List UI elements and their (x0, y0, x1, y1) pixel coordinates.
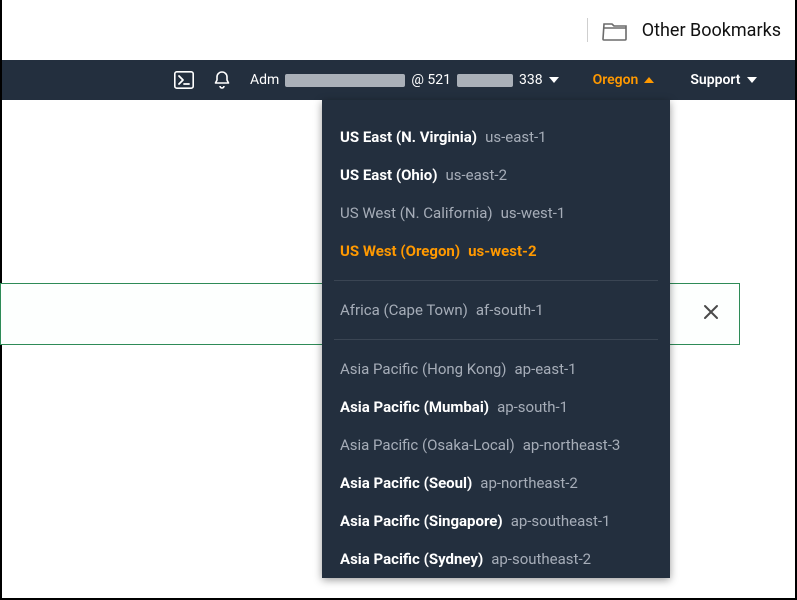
caret-down-icon (747, 77, 757, 83)
support-menu[interactable]: Support (690, 72, 756, 88)
region-item[interactable]: US East (N. Virginia) us-east-1 (322, 118, 670, 156)
region-name: Asia Pacific (Mumbai) (340, 398, 489, 416)
dropdown-divider (334, 339, 658, 340)
account-redacted-1 (285, 74, 405, 87)
region-code: ap-east-1 (515, 360, 577, 378)
region-code: us-west-1 (501, 204, 566, 222)
folder-icon (602, 19, 628, 41)
region-selector[interactable]: Oregon (593, 72, 655, 88)
region-item[interactable]: Asia Pacific (Mumbai) ap-south-1 (322, 388, 670, 426)
region-name: US West (Oregon) (340, 242, 460, 260)
region-code: ap-southeast-2 (491, 550, 591, 568)
account-suffix: 338 (519, 72, 543, 88)
region-item[interactable]: US West (N. California) us-west-1 (322, 194, 670, 232)
region-dropdown: US East (N. Virginia) us-east-1 US East (O… (322, 100, 670, 578)
region-code: af-south-1 (476, 301, 544, 319)
region-item[interactable]: Asia Pacific (Sydney) ap-southeast-2 (322, 540, 670, 578)
region-code: us-west-2 (468, 242, 536, 260)
banner-close-button[interactable] (683, 284, 739, 344)
region-code: ap-southeast-1 (511, 512, 611, 530)
region-name: US East (Ohio) (340, 166, 438, 184)
account-redacted-2 (457, 74, 513, 87)
region-item[interactable]: US West (Oregon) us-west-2 (322, 232, 670, 270)
region-name: US West (N. California) (340, 204, 493, 222)
region-name: Africa (Cape Town) (340, 301, 468, 319)
region-item[interactable]: Asia Pacific (Singapore) ap-southeast-1 (322, 502, 670, 540)
notifications-icon[interactable] (212, 70, 232, 90)
region-item[interactable]: Asia Pacific (Osaka-Local) ap-northeast-3 (322, 426, 670, 464)
cloudshell-icon[interactable] (174, 71, 194, 89)
region-name: US East (N. Virginia) (340, 128, 477, 146)
region-item[interactable]: Asia Pacific (Seoul) ap-northeast-2 (322, 464, 670, 502)
dropdown-divider (334, 280, 658, 281)
region-item[interactable]: US East (Ohio) us-east-2 (322, 156, 670, 194)
account-mid: @ 521 (411, 72, 451, 88)
support-label: Support (690, 72, 740, 88)
bookmarks-divider (587, 18, 588, 42)
region-name: Asia Pacific (Osaka-Local) (340, 436, 515, 454)
account-menu[interactable]: Adm @ 521 338 (250, 72, 559, 88)
region-code: us-east-2 (446, 166, 508, 184)
region-item[interactable]: Asia Pacific (Hong Kong) ap-east-1 (322, 350, 670, 388)
region-name: Asia Pacific (Singapore) (340, 512, 503, 530)
region-name: Asia Pacific (Hong Kong) (340, 360, 507, 378)
region-label: Oregon (593, 72, 639, 88)
region-name: Asia Pacific (Seoul) (340, 474, 472, 492)
region-code: ap-northeast-3 (523, 436, 621, 454)
region-item[interactable]: Africa (Cape Town) af-south-1 (322, 291, 670, 329)
caret-down-icon (549, 77, 559, 83)
close-icon (702, 302, 720, 327)
region-code: us-east-1 (485, 128, 547, 146)
other-bookmarks-button[interactable]: Other Bookmarks (642, 20, 781, 41)
region-code: ap-northeast-2 (480, 474, 578, 492)
aws-header: Adm @ 521 338 Oregon Support (0, 60, 797, 100)
bookmarks-bar: Other Bookmarks (0, 0, 797, 60)
caret-up-icon (644, 77, 654, 83)
region-code: ap-south-1 (497, 398, 568, 416)
account-prefix: Adm (250, 72, 279, 88)
region-name: Asia Pacific (Sydney) (340, 550, 483, 568)
